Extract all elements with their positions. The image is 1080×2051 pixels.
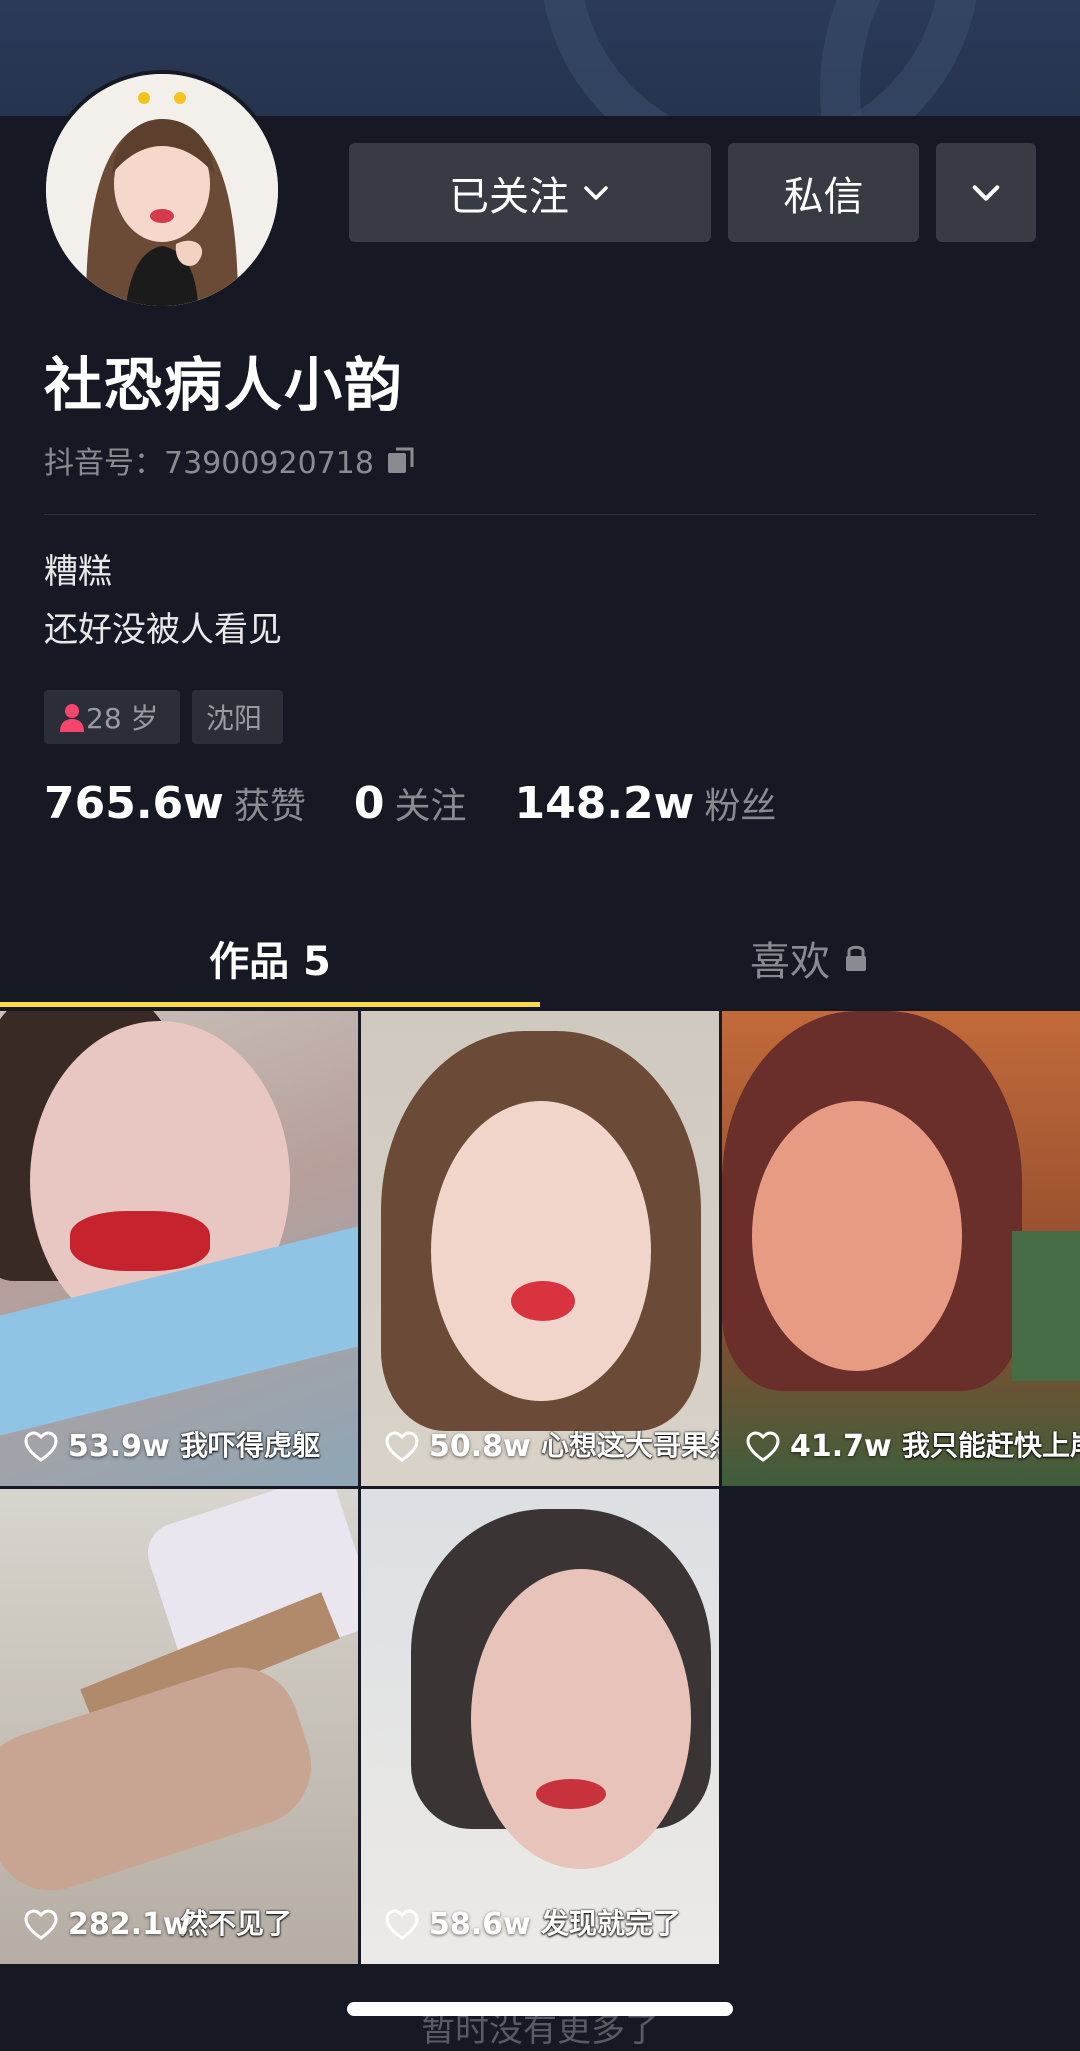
video-like-count: 53.9w	[24, 1429, 170, 1464]
video-thumbnail	[70, 1211, 210, 1271]
female-icon	[60, 704, 84, 732]
video-thumbnail	[511, 1281, 575, 1321]
tab-indicator	[0, 1002, 540, 1007]
likes-label[interactable]: 获赞	[234, 777, 306, 829]
message-button-label: 私信	[783, 173, 864, 220]
stats-row: 765.6w 获赞 0 关注 148.2w 粉丝	[44, 777, 824, 829]
tab-works-label: 作品 5	[209, 939, 331, 985]
age-tag-label: 28 岁	[86, 702, 159, 735]
copy-icon[interactable]	[384, 443, 418, 477]
tab-works[interactable]: 作品 5	[0, 910, 540, 1006]
cover-decoration	[820, 0, 1080, 116]
video-tile[interactable]: 发现就完了 58.6w	[361, 1489, 719, 1964]
more-options-button[interactable]	[936, 143, 1036, 242]
video-like-count: 58.6w	[385, 1907, 531, 1942]
heart-icon	[24, 1430, 58, 1462]
video-like-count-label: 50.8w	[429, 1429, 531, 1464]
video-like-count-label: 41.7w	[790, 1429, 892, 1464]
video-tile[interactable]: 心想这大哥果然会没 50.8w	[361, 1011, 719, 1486]
bio-line: 还好没被人看见	[44, 610, 282, 650]
video-tile[interactable]: 然不见了 282.1w	[0, 1489, 358, 1964]
video-thumbnail	[536, 1779, 606, 1809]
video-like-count-label: 58.6w	[429, 1907, 531, 1942]
following-count[interactable]: 0	[354, 778, 385, 829]
message-button[interactable]: 私信	[728, 143, 919, 242]
following-button-label: 已关注	[449, 173, 569, 220]
avatar-image	[46, 74, 278, 306]
video-like-count-label: 53.9w	[68, 1429, 170, 1464]
video-like-count: 50.8w	[385, 1429, 531, 1464]
age-tag: 28 岁	[44, 690, 180, 744]
heart-icon	[24, 1908, 58, 1940]
profile-tabs: 作品 5 喜欢	[0, 910, 1080, 1006]
tab-likes[interactable]: 喜欢	[540, 910, 1080, 1006]
lock-icon	[846, 945, 866, 971]
video-thumbnail	[0, 1651, 327, 1907]
avatar[interactable]	[42, 70, 282, 310]
bio-line: 糟糕	[44, 552, 112, 592]
nickname: 社恐病人小韵	[44, 351, 405, 419]
video-like-count: 41.7w	[746, 1429, 892, 1464]
video-tile[interactable]: 我吓得虎躯 53.9w	[0, 1011, 358, 1486]
heart-icon	[385, 1430, 419, 1462]
video-thumbnail	[1012, 1231, 1080, 1381]
video-thumbnail	[752, 1101, 962, 1371]
divider	[44, 514, 1036, 515]
likes-count[interactable]: 765.6w	[44, 778, 224, 829]
city-tag-label: 沈阳	[206, 702, 263, 735]
video-like-count-label: 282.1w	[68, 1907, 191, 1942]
chevron-down-icon	[972, 184, 1000, 201]
video-thumbnail	[431, 1101, 651, 1401]
city-tag: 沈阳	[192, 690, 283, 744]
tab-likes-label: 喜欢	[750, 939, 830, 985]
video-like-count: 282.1w	[24, 1907, 191, 1942]
chevron-down-icon	[584, 185, 608, 200]
following-label[interactable]: 关注	[394, 777, 466, 829]
home-indicator[interactable]	[347, 2002, 733, 2016]
followers-count[interactable]: 148.2w	[514, 778, 694, 829]
following-button[interactable]: 已关注	[349, 143, 711, 242]
douyin-id-label: 抖音号：73900920718	[44, 446, 374, 481]
video-tile[interactable]: 我只能赶快上岸找 41.7w	[722, 1011, 1080, 1486]
followers-label[interactable]: 粉丝	[704, 777, 776, 829]
heart-icon	[746, 1430, 780, 1462]
video-thumbnail	[471, 1569, 691, 1869]
heart-icon	[385, 1908, 419, 1940]
douyin-id-row: 抖音号：73900920718	[44, 438, 418, 482]
